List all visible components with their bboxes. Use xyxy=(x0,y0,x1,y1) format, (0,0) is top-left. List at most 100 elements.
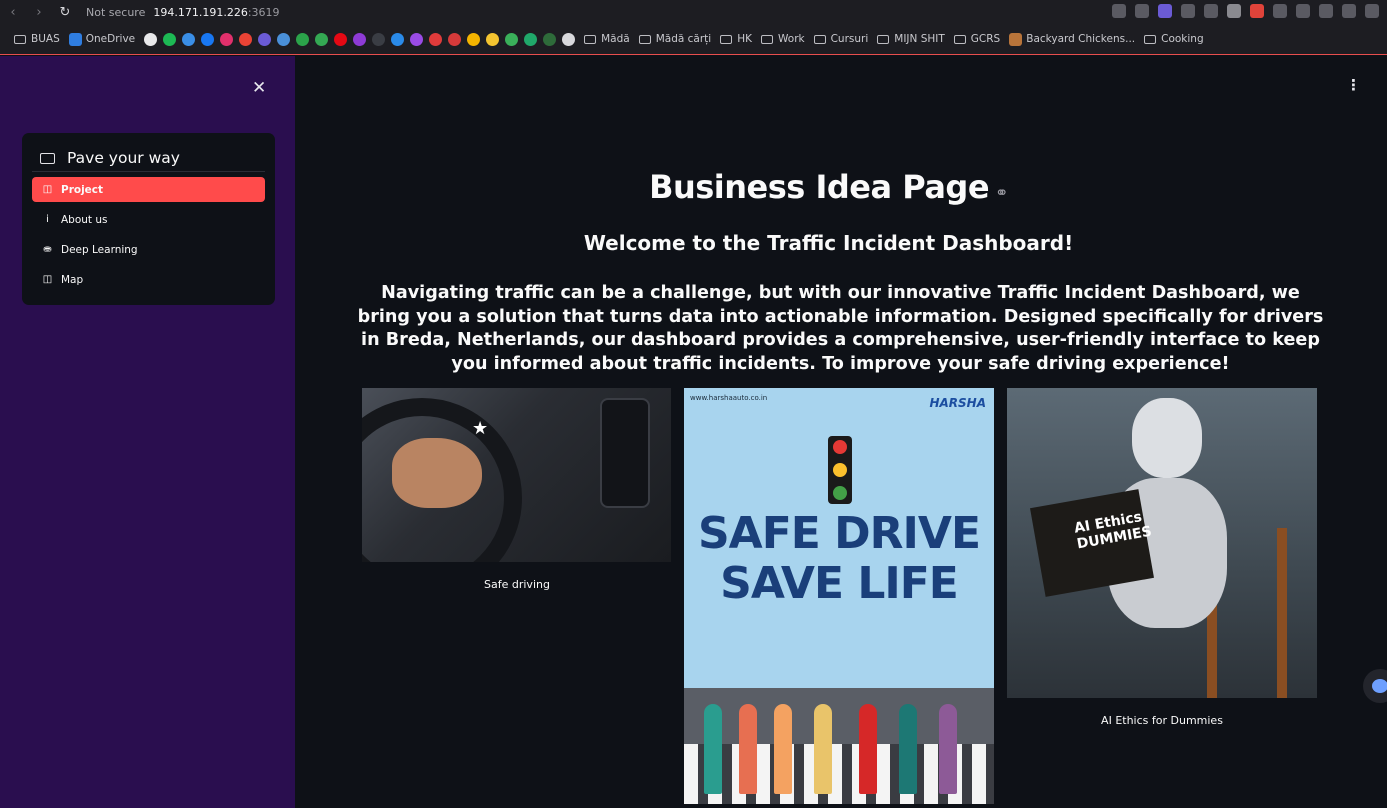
menu-item-map[interactable]: ◫ Map xyxy=(32,267,265,292)
chicken-icon xyxy=(1009,32,1023,46)
bookmark-folder[interactable]: BUAS xyxy=(14,33,60,45)
bookmark-icon[interactable] xyxy=(277,32,291,46)
gmail-icon[interactable] xyxy=(239,32,253,46)
bookmark-folder[interactable]: Cursuri xyxy=(813,33,868,45)
heart-icon[interactable] xyxy=(1204,4,1218,18)
page-title: Business Idea Page ⚭ xyxy=(649,168,1008,206)
bookmark-icon[interactable] xyxy=(372,32,386,46)
menu-item-project[interactable]: ◫ Project xyxy=(32,177,265,202)
shield-icon[interactable] xyxy=(1158,4,1172,18)
robot-icon: ⛂ xyxy=(43,244,52,255)
bookmark-icon[interactable] xyxy=(543,32,557,46)
poster-brand: HARSHA xyxy=(929,396,986,410)
kebab-menu-icon[interactable]: ⋮ xyxy=(1346,76,1361,94)
reload-icon[interactable]: ↻ xyxy=(52,5,78,20)
book-icon: ◫ xyxy=(42,184,53,195)
chat-icon[interactable] xyxy=(524,32,538,46)
url-port: :3619 xyxy=(247,5,280,19)
bookmark-folder[interactable]: GCRS xyxy=(953,33,1000,45)
bookmark-folder[interactable]: MIJN SHIT xyxy=(877,33,945,45)
bookmark-folder[interactable]: Mădă xyxy=(584,33,630,45)
drive-icon[interactable] xyxy=(315,32,329,46)
bookmark-icon[interactable] xyxy=(182,32,196,46)
bookmark-folder[interactable]: HK xyxy=(720,33,752,45)
spotify-icon[interactable] xyxy=(163,32,177,46)
menu-item-about-us[interactable]: i About us xyxy=(32,207,265,232)
option-menu: Pave your way ◫ Project i About us ⛂ Dee… xyxy=(22,133,275,305)
image-caption: AI Ethics for Dummies xyxy=(1101,714,1223,727)
info-icon: i xyxy=(46,214,49,225)
play-icon[interactable] xyxy=(1181,4,1195,18)
bookmark[interactable]: Backyard Chickens... xyxy=(1009,32,1135,46)
profile-icon[interactable] xyxy=(1296,4,1310,18)
camera-icon[interactable] xyxy=(1135,4,1149,18)
cube-icon[interactable] xyxy=(1273,4,1287,18)
share-icon[interactable] xyxy=(1112,4,1126,18)
chat-assistant-button[interactable] xyxy=(1363,669,1387,703)
folder-icon xyxy=(1144,34,1157,44)
address-bar[interactable]: Not secure 194.171.191.226:3619 xyxy=(86,6,280,19)
bookmark-icon[interactable] xyxy=(448,32,462,46)
folder-icon xyxy=(14,34,26,44)
book: AI Ethics DUMMIES xyxy=(1030,489,1154,597)
screen-icon xyxy=(40,152,55,164)
star-icon: ★ xyxy=(472,418,489,439)
bookmark-favicons xyxy=(144,32,576,46)
bookmark-icon[interactable] xyxy=(467,32,481,46)
image-caption: Safe driving xyxy=(484,578,550,591)
bookmark[interactable]: OneDrive xyxy=(68,32,135,46)
bookmarks-bar: BUAS OneDrive Mădă Mădă cărți HK Work Cu… xyxy=(0,24,1387,55)
file-icon[interactable] xyxy=(144,32,158,46)
bookmark-folder[interactable]: Mădă cărți xyxy=(638,33,711,45)
close-sidebar-icon[interactable]: ✕ xyxy=(252,78,266,98)
bookmark-icon[interactable] xyxy=(410,32,424,46)
bookmark-icon[interactable] xyxy=(353,32,367,46)
download-icon[interactable] xyxy=(1319,4,1333,18)
street-scene xyxy=(684,688,994,804)
menu-icon[interactable] xyxy=(1365,4,1379,18)
phone xyxy=(600,398,650,508)
safe-drive-poster-image: www.harshaauto.co.in HARSHA SAFE DRIVE S… xyxy=(684,388,994,804)
welcome-heading: Welcome to the Traffic Incident Dashboar… xyxy=(583,231,1074,255)
bookmark-icon[interactable] xyxy=(429,32,443,46)
browser-toolbar: ‹ › ↻ Not secure 194.171.191.226:3619 xyxy=(0,0,1387,24)
menu-item-deep-learning[interactable]: ⛂ Deep Learning xyxy=(32,237,265,262)
ai-ethics-robot-image: AI Ethics DUMMIES xyxy=(1007,388,1317,698)
bookmark-icon[interactable] xyxy=(505,32,519,46)
facebook-icon[interactable] xyxy=(201,32,215,46)
extensions-area xyxy=(1112,4,1379,18)
bookmark-icon[interactable] xyxy=(296,32,310,46)
safe-driving-image: ★ xyxy=(362,388,671,562)
extension-icon[interactable] xyxy=(1227,4,1241,18)
apple-icon[interactable] xyxy=(562,32,576,46)
map-icon: ◫ xyxy=(42,274,53,285)
forward-icon[interactable]: › xyxy=(26,5,52,20)
extension-icon[interactable] xyxy=(1250,4,1264,18)
folder-icon xyxy=(584,34,597,44)
bookmark-folder[interactable]: Work xyxy=(761,33,805,45)
poster-url: www.harshaauto.co.in xyxy=(690,394,768,402)
menu-title: Pave your way xyxy=(22,133,275,171)
mail-icon[interactable] xyxy=(258,32,272,46)
url-host: 194.171.191.226 xyxy=(153,5,248,19)
battery-icon[interactable] xyxy=(1342,4,1356,18)
bookmark-icon[interactable] xyxy=(486,32,500,46)
folder-icon xyxy=(877,34,890,44)
anchor-link-icon[interactable]: ⚭ xyxy=(995,183,1008,202)
bot-icon xyxy=(1372,679,1387,693)
traffic-light-icon xyxy=(828,436,852,504)
poster-headline: SAFE DRIVE xyxy=(697,508,981,559)
hand xyxy=(392,438,482,508)
folder-icon xyxy=(813,34,826,44)
folder-icon xyxy=(638,34,651,44)
netflix-icon[interactable] xyxy=(334,32,348,46)
folder-icon xyxy=(761,34,773,44)
instagram-icon[interactable] xyxy=(220,32,234,46)
poster-headline: SAVE LIFE xyxy=(720,558,959,609)
robot-head xyxy=(1132,398,1202,478)
security-warning[interactable]: Not secure xyxy=(86,6,145,19)
play-icon[interactable] xyxy=(391,32,405,46)
sidebar: ✕ Pave your way ◫ Project i About us ⛂ D… xyxy=(0,56,295,808)
back-icon[interactable]: ‹ xyxy=(0,5,26,20)
bookmark-folder[interactable]: Cooking xyxy=(1144,33,1204,45)
